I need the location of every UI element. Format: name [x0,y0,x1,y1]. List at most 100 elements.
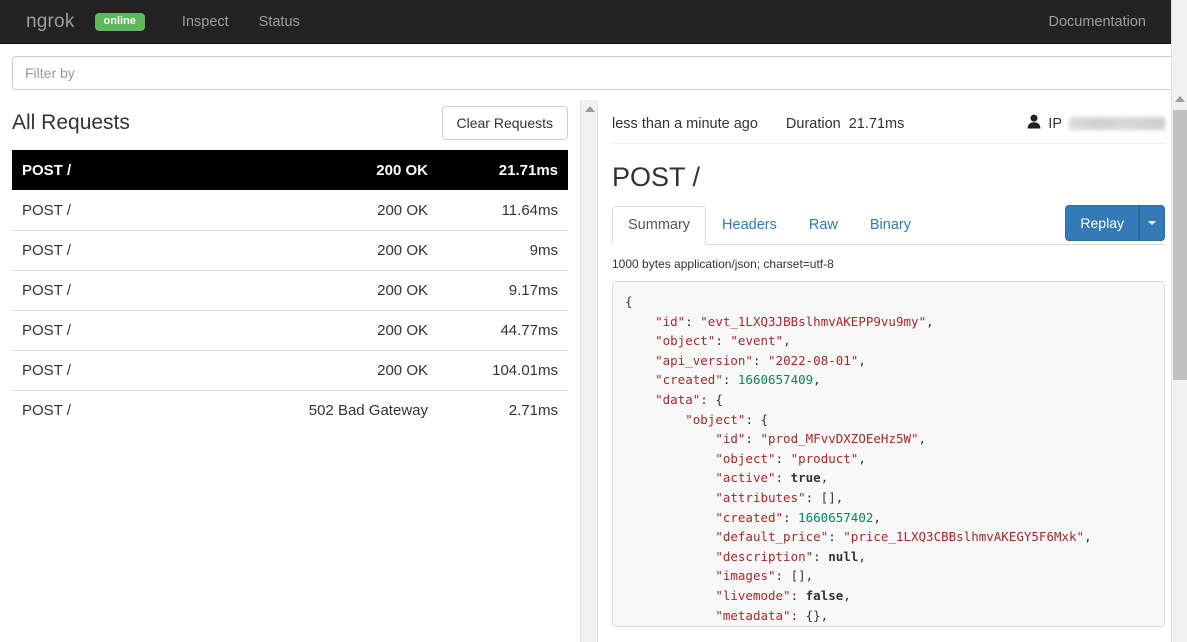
json-token-key: "id" [655,313,686,329]
tab-raw[interactable]: Raw [793,206,854,245]
filter-input[interactable] [12,56,1175,90]
table-row[interactable]: POST / 200 OK 104.01ms [12,350,568,390]
json-token-key: "livemode" [715,587,791,603]
table-row[interactable]: POST / 200 OK 21.71ms [12,150,568,190]
json-line: "object": "product", [625,449,1152,469]
table-row[interactable]: POST / 502 Bad Gateway 2.71ms [12,390,568,430]
clear-requests-button[interactable]: Clear Requests [441,106,568,140]
json-token-key: "description" [715,548,814,564]
request-status: 200 OK [377,282,428,299]
content-type-info: 1000 bytes application/json; charset=utf… [612,257,834,271]
json-token-lit: true [790,470,821,486]
json-token-key: "active" [715,470,776,486]
json-token-lit: null [828,548,859,564]
json-token-punct: , [1084,529,1092,545]
json-token-key: "object" [715,450,776,466]
duration-value: 21.71ms [848,115,905,132]
json-line: "data": { [625,390,1152,410]
duration-label: Duration [785,115,841,132]
json-line: "id": "prod_MFvvDXZOEeHz5W", [625,429,1152,449]
replay-button[interactable]: Replay [1065,204,1139,241]
json-line: "created": 1660657402, [625,508,1152,528]
tab-summary[interactable]: Summary [612,206,707,245]
json-line: "description": null, [625,547,1152,567]
json-line: { [625,292,1152,312]
replay-dropdown-toggle[interactable] [1139,204,1165,241]
json-token-punct: , [873,509,881,525]
json-line: "created": 1660657409, [625,370,1152,390]
json-token-punct: : [745,431,761,447]
json-token-str: "product" [790,450,859,466]
json-token-punct: , [783,333,791,349]
json-token-key: "id" [715,431,746,447]
request-method-path: POST / [22,242,71,259]
json-token-punct: : { [700,391,723,407]
json-token-key: "object" [655,333,716,349]
table-row[interactable]: POST / 200 OK 11.64ms [12,190,568,230]
client-ip: IP [1027,114,1165,133]
requests-list-scrollbar[interactable] [580,100,598,642]
scroll-up-arrow-icon[interactable] [585,106,595,112]
ip-label: IP [1048,115,1062,132]
json-token-punct: : [828,529,844,545]
replay-button-group: Replay [1065,204,1165,241]
table-row[interactable]: POST / 200 OK 9.17ms [12,270,568,310]
json-token-key: "created" [655,372,723,388]
nav-link-status[interactable]: Status [244,14,315,30]
json-token-punct: : {}, [790,607,829,623]
ip-value-redacted [1069,117,1165,130]
detail-tabs: Summary Headers Raw Binary Replay [612,204,1165,245]
json-token-key: "default_price" [715,529,829,545]
page-scroll-up-arrow-icon[interactable] [1175,96,1185,102]
page-scrollbar[interactable] [1171,0,1187,642]
request-duration: 11.64ms [501,202,558,219]
user-icon [1027,114,1041,133]
request-method-path: POST / [22,362,71,379]
request-duration: 44.77ms [500,322,558,339]
json-token-punct: : [775,470,791,486]
json-token-punct: : [775,450,791,466]
json-token-punct: : [], [805,489,844,505]
json-line: "metadata": {}, [625,606,1152,626]
json-token-punct: , [843,587,851,603]
status-badge: online [94,12,145,31]
brand-logo[interactable]: ngrok [26,11,75,33]
table-row[interactable]: POST / 200 OK 9ms [12,230,568,270]
json-token-punct: : [685,313,701,329]
json-token-key: "metadata" [715,607,791,623]
json-token-key: "created" [715,509,784,525]
request-duration: 104.01ms [492,362,558,379]
request-meta-row: less than a minute ago Duration 21.71ms … [612,100,1165,144]
main-content: All Requests Clear Requests POST / 200 OK… [0,100,1187,642]
request-method-path: POST / [22,402,71,419]
json-token-num: 1660657402 [798,509,874,525]
json-line: "livemode": false, [625,586,1152,606]
request-duration: 9ms [529,242,558,259]
requests-panel: All Requests Clear Requests POST / 200 OK… [0,100,580,642]
request-detail-panel: less than a minute ago Duration 21.71ms … [598,100,1187,642]
json-token-punct: { [625,294,633,309]
nav-link-inspect[interactable]: Inspect [167,14,244,30]
request-duration: 21.71ms [498,161,558,179]
nav-link-documentation[interactable]: Documentation [1033,14,1161,30]
page-scrollbar-thumb[interactable] [1173,110,1187,380]
request-duration: 2.71ms [508,402,558,419]
tab-headers[interactable]: Headers [706,206,793,245]
json-token-punct: : [813,548,829,564]
requests-panel-header: All Requests Clear Requests [0,100,580,150]
navbar-right: Documentation [1033,0,1161,44]
tab-binary[interactable]: Binary [854,206,927,245]
request-status: 200 OK [377,202,428,219]
json-token-str: "evt_1LXQ3JBBslhmvAKEPP9vu9my" [700,313,927,329]
request-status: 200 OK [377,322,428,339]
json-token-punct: : [715,333,731,349]
chevron-down-icon [1148,220,1156,225]
json-line: "api_version": "2022-08-01", [625,351,1152,371]
json-body-viewer[interactable]: { "id": "evt_1LXQ3JBBslhmvAKEPP9vu9my", … [612,281,1165,627]
request-method-path: POST / [22,282,71,299]
request-heading: POST / [612,162,701,192]
json-token-lit: false [805,587,844,603]
json-token-punct: , [858,450,866,466]
table-row[interactable]: POST / 200 OK 44.77ms [12,310,568,350]
json-token-punct: , [926,313,934,329]
